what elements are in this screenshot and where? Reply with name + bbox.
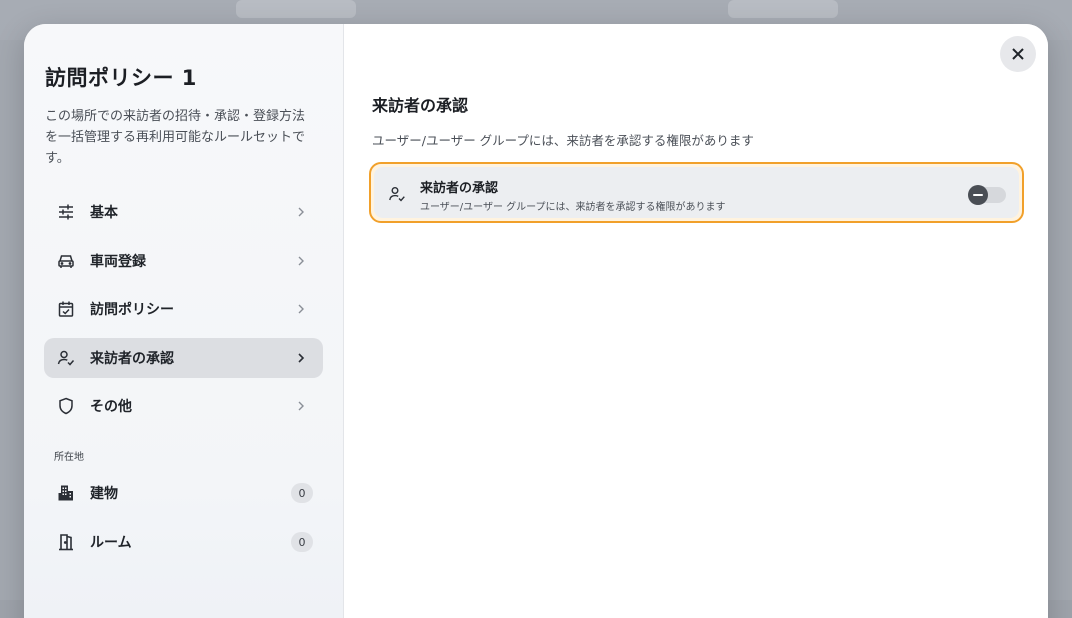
door-icon <box>56 532 76 552</box>
close-button[interactable] <box>1000 36 1036 72</box>
sidebar-item-other[interactable]: その他 <box>44 386 323 426</box>
background-chip <box>728 0 838 18</box>
chevron-right-icon <box>298 256 304 266</box>
chevron-right-icon <box>298 207 304 217</box>
setting-subtitle: ユーザー/ユーザー グループには、来訪者を承認する権限があります <box>420 202 726 213</box>
modal-content: 来訪者の承認 ユーザー/ユーザー グループには、来訪者を承認する権限があります … <box>344 24 1048 618</box>
sidebar-item-visitor-approval[interactable]: 来訪者の承認 <box>44 338 323 378</box>
chevron-right-icon <box>298 353 305 363</box>
sidebar-item-label: 訪問ポリシー <box>90 302 174 318</box>
location-label: 建物 <box>90 486 118 502</box>
toggle-knob <box>968 185 988 205</box>
sidebar-item-vehicle[interactable]: 車両登録 <box>44 241 323 281</box>
content-title: 来訪者の承認 <box>372 96 469 115</box>
sidebar-item-label: 車両登録 <box>90 254 146 270</box>
calendar-check-icon <box>56 299 76 319</box>
setting-title: 来訪者の承認 <box>420 181 499 196</box>
sliders-icon <box>56 202 76 222</box>
visitor-approval-toggle[interactable] <box>968 185 1006 205</box>
sidebar-item-label: 基本 <box>90 205 118 221</box>
car-icon <box>56 251 76 271</box>
sidebar-item-label: その他 <box>90 399 132 415</box>
location-item-room[interactable]: ルーム 0 <box>44 522 323 562</box>
background-panel <box>1048 40 1072 600</box>
count-badge: 0 <box>291 483 313 503</box>
sidebar-item-visit-policy[interactable]: 訪問ポリシー <box>44 289 323 329</box>
content-description: ユーザー/ユーザー グループには、来訪者を承認する権限があります <box>372 133 754 148</box>
user-check-icon <box>56 348 76 368</box>
policy-modal: 訪問ポリシー 1 この場所での来訪者の招待・承認・登録方法を一括管理する再利用可… <box>24 24 1048 618</box>
user-check-icon <box>389 187 405 202</box>
shield-icon <box>56 396 76 416</box>
chevron-right-icon <box>298 304 304 314</box>
section-label-location: 所在地 <box>54 452 84 463</box>
policy-title: 訪問ポリシー 1 <box>45 66 197 90</box>
background-panel <box>0 40 24 600</box>
building-icon <box>56 483 76 503</box>
modal-sidebar: 訪問ポリシー 1 この場所での来訪者の招待・承認・登録方法を一括管理する再利用可… <box>24 24 344 618</box>
policy-description: この場所での来訪者の招待・承認・登録方法を一括管理する再利用可能なルールセットで… <box>45 109 306 166</box>
sidebar-item-label: 来訪者の承認 <box>90 351 174 367</box>
chevron-right-icon <box>298 401 304 411</box>
sidebar-item-basic[interactable]: 基本 <box>44 192 323 232</box>
location-item-building[interactable]: 建物 0 <box>44 473 323 513</box>
visitor-approval-setting: 来訪者の承認 ユーザー/ユーザー グループには、来訪者を承認する権限があります <box>369 162 1024 223</box>
count-badge: 0 <box>291 532 313 552</box>
setting-row: 来訪者の承認 ユーザー/ユーザー グループには、来訪者を承認する権限があります <box>374 167 1019 218</box>
close-icon <box>1012 48 1024 60</box>
background-chip <box>236 0 356 18</box>
location-label: ルーム <box>90 535 132 551</box>
